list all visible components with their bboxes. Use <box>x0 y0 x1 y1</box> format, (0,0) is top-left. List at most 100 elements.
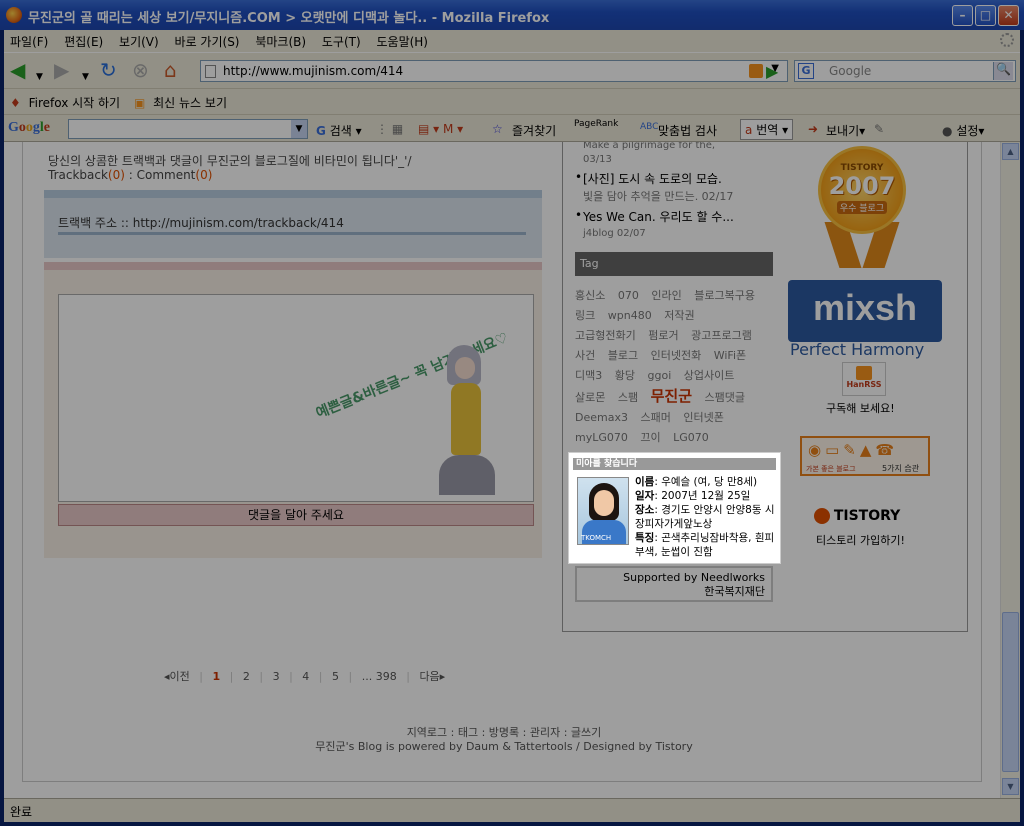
menu-edit[interactable]: 편집(E) <box>58 30 109 53</box>
tag-item[interactable]: 070 <box>618 289 639 302</box>
reload-icon[interactable]: ↻ <box>100 59 117 81</box>
scroll-thumb[interactable] <box>1002 612 1019 772</box>
menu-help[interactable]: 도움말(H) <box>370 30 434 53</box>
home-icon[interactable]: ⌂ <box>164 59 177 81</box>
google-engine-icon[interactable]: G <box>798 63 814 79</box>
translate-button[interactable]: a 번역 ▾ <box>740 119 794 140</box>
scroll-up-arrow-icon[interactable]: ▲ <box>1002 143 1019 160</box>
menu-view[interactable]: 보기(V) <box>113 30 165 53</box>
mixsh-logo[interactable]: mixsh <box>788 280 942 342</box>
comment-link[interactable]: Comment <box>137 168 196 182</box>
page-link-3[interactable]: 3 <box>273 670 280 683</box>
pagination-next[interactable]: 다음▸ <box>419 670 445 683</box>
tag-item[interactable]: Deemax3 <box>575 411 628 424</box>
scroll-down-arrow-icon[interactable]: ▼ <box>1002 778 1019 795</box>
menu-tools[interactable]: 도구(T) <box>316 30 367 53</box>
forward-arrow-icon[interactable]: ▶ <box>54 59 69 81</box>
google-logo[interactable]: Google <box>8 120 50 136</box>
tag-item[interactable]: 무진군 <box>651 387 692 405</box>
menu-go[interactable]: 바로 가기(S) <box>169 30 246 53</box>
back-dropdown-icon[interactable]: ▼ <box>36 66 43 88</box>
photo-face <box>594 490 614 516</box>
tag-item[interactable]: ggoi <box>648 369 672 382</box>
hanrss-badge[interactable]: HanRSS <box>842 362 886 396</box>
recent-post-1-title[interactable]: Make a pilgrimage for the, <box>583 142 715 151</box>
star-icon[interactable]: ☆ <box>492 122 503 136</box>
tistory-join-link[interactable]: 티스토리 가입하기! <box>816 532 905 548</box>
comment-textarea[interactable]: 예쁜글&바른글~ 꼭 남겨 주세요♡ <box>58 294 534 502</box>
pencil-icon[interactable]: ✎ <box>874 122 884 136</box>
tag-item[interactable]: 살로몬 <box>575 391 605 404</box>
trackback-link[interactable]: Trackback <box>48 168 108 182</box>
close-button[interactable]: ✕ <box>998 5 1019 26</box>
go-button[interactable]: ▶ <box>766 62 778 81</box>
tag-item[interactable]: 링크 <box>575 309 595 322</box>
tag-item[interactable]: 사건 <box>575 349 595 362</box>
stop-icon[interactable]: ⊗ <box>132 59 149 81</box>
bookmark-latest-news[interactable]: 최신 뉴스 보기 <box>153 94 227 111</box>
tag-item[interactable]: myLG070 <box>575 431 628 444</box>
search-box[interactable]: G Google 🔍 <box>794 60 1016 82</box>
tag-item[interactable]: 인라인 <box>651 289 681 302</box>
trackback-address[interactable]: 트랙백 주소 :: http://mujinism.com/trackback/… <box>58 214 344 231</box>
google-input-dropdown-icon[interactable]: ▼ <box>291 120 307 138</box>
rss-feed-icon[interactable] <box>749 64 763 78</box>
tistory-logo[interactable]: TISTORY <box>814 508 924 528</box>
supported-org[interactable]: 한국복지재단 <box>583 585 765 599</box>
supported-by[interactable]: Supported by Needlworks <box>583 571 765 585</box>
tag-item[interactable]: 펌로거 <box>648 329 678 342</box>
tag-item[interactable]: wpn480 <box>608 309 652 322</box>
tag-item[interactable]: 블로그 <box>608 349 638 362</box>
page-link-last[interactable]: ... 398 <box>362 670 397 683</box>
pagination-prev[interactable]: ◂이전 <box>164 670 190 683</box>
tag-item[interactable]: 디맥3 <box>575 369 602 382</box>
comment-submit-button[interactable]: 댓글을 달아 주세요 <box>58 504 534 526</box>
menu-bookmarks[interactable]: 북마크(B) <box>249 30 312 53</box>
gmail-icon[interactable]: ▤ ▾ M ▾ <box>418 122 463 136</box>
vertical-scrollbar[interactable]: ▲ ▼ <box>1000 142 1020 798</box>
missing-child-notice[interactable]: 미아를 찾습니다 TKOMCH 이름: 우예슬 (여, 당 만8세) 일자: 2… <box>569 453 780 563</box>
tag-item[interactable]: 스팸댓글 <box>705 391 745 404</box>
five-habits-badge[interactable]: ◉▭✎▲☎ 가본 좋은 블로그 5가지 습관 <box>800 436 930 476</box>
tag-item[interactable]: 고급형전화기 <box>575 329 636 342</box>
favorites-button[interactable]: 즐겨찾기 <box>512 122 556 139</box>
tool-icons[interactable]: ⋮ ▦ <box>376 122 403 136</box>
tag-item[interactable]: 블로그복구용 <box>694 289 755 302</box>
minimize-button[interactable]: – <box>952 5 973 26</box>
back-arrow-icon[interactable]: ◀ <box>10 59 25 81</box>
google-search-button[interactable]: G 검색 ▾ <box>316 122 362 139</box>
page-link-4[interactable]: 4 <box>302 670 309 683</box>
bookmark-getting-started[interactable]: Firefox 시작 하기 <box>29 94 121 111</box>
subscribe-text[interactable]: 구독해 보세요! <box>826 400 895 416</box>
page-link-2[interactable]: 2 <box>243 670 250 683</box>
comment-art-text: 예쁜글&바른글~ 꼭 남겨 주세요♡ <box>313 329 511 422</box>
settings-button[interactable]: ● 설정▾ <box>942 122 984 139</box>
tag-item[interactable]: 끄이 <box>640 431 660 444</box>
url-bar[interactable]: http://www.mujinism.com/414 ▼ <box>200 60 788 82</box>
page-link-1[interactable]: 1 <box>212 670 220 683</box>
tag-item[interactable]: 스팸 <box>618 391 638 404</box>
tag-item[interactable]: LG070 <box>673 431 709 444</box>
tistory-2007-badge[interactable]: TISTORY 2007 우수 블로그 <box>812 142 912 270</box>
tag-item[interactable]: 인터넷폰 <box>683 411 723 424</box>
tag-item[interactable]: 홍신소 <box>575 289 605 302</box>
pagerank-label[interactable]: PageRank <box>574 119 618 129</box>
page-link-5[interactable]: 5 <box>332 670 339 683</box>
spellcheck-button[interactable]: 맞춤법 검사 <box>658 122 717 139</box>
recent-post-3-title[interactable]: Yes We Can. 우리도 할 수... <box>583 208 734 225</box>
tag-item[interactable]: 인터넷전화 <box>651 349 702 362</box>
tag-item[interactable]: 광고프로그램 <box>691 329 752 342</box>
google-toolbar-input[interactable]: ▼ <box>68 119 308 139</box>
tag-item[interactable]: 저작권 <box>664 309 694 322</box>
search-magnifier-icon[interactable]: 🔍 <box>993 62 1013 80</box>
menu-file[interactable]: 파일(F) <box>4 30 54 53</box>
url-text: http://www.mujinism.com/414 <box>223 64 404 78</box>
send-button[interactable]: 보내기▾ <box>826 122 865 139</box>
tag-item[interactable]: 스패머 <box>640 411 670 424</box>
maximize-button[interactable]: □ <box>975 5 996 26</box>
tag-item[interactable]: 황당 <box>615 369 635 382</box>
tag-item[interactable]: WiFi폰 <box>714 349 746 362</box>
recent-post-2-title[interactable]: [사진] 도시 속 도로의 모습. <box>583 170 722 187</box>
forward-dropdown-icon[interactable]: ▼ <box>82 66 89 88</box>
tag-item[interactable]: 상업사이트 <box>684 369 735 382</box>
